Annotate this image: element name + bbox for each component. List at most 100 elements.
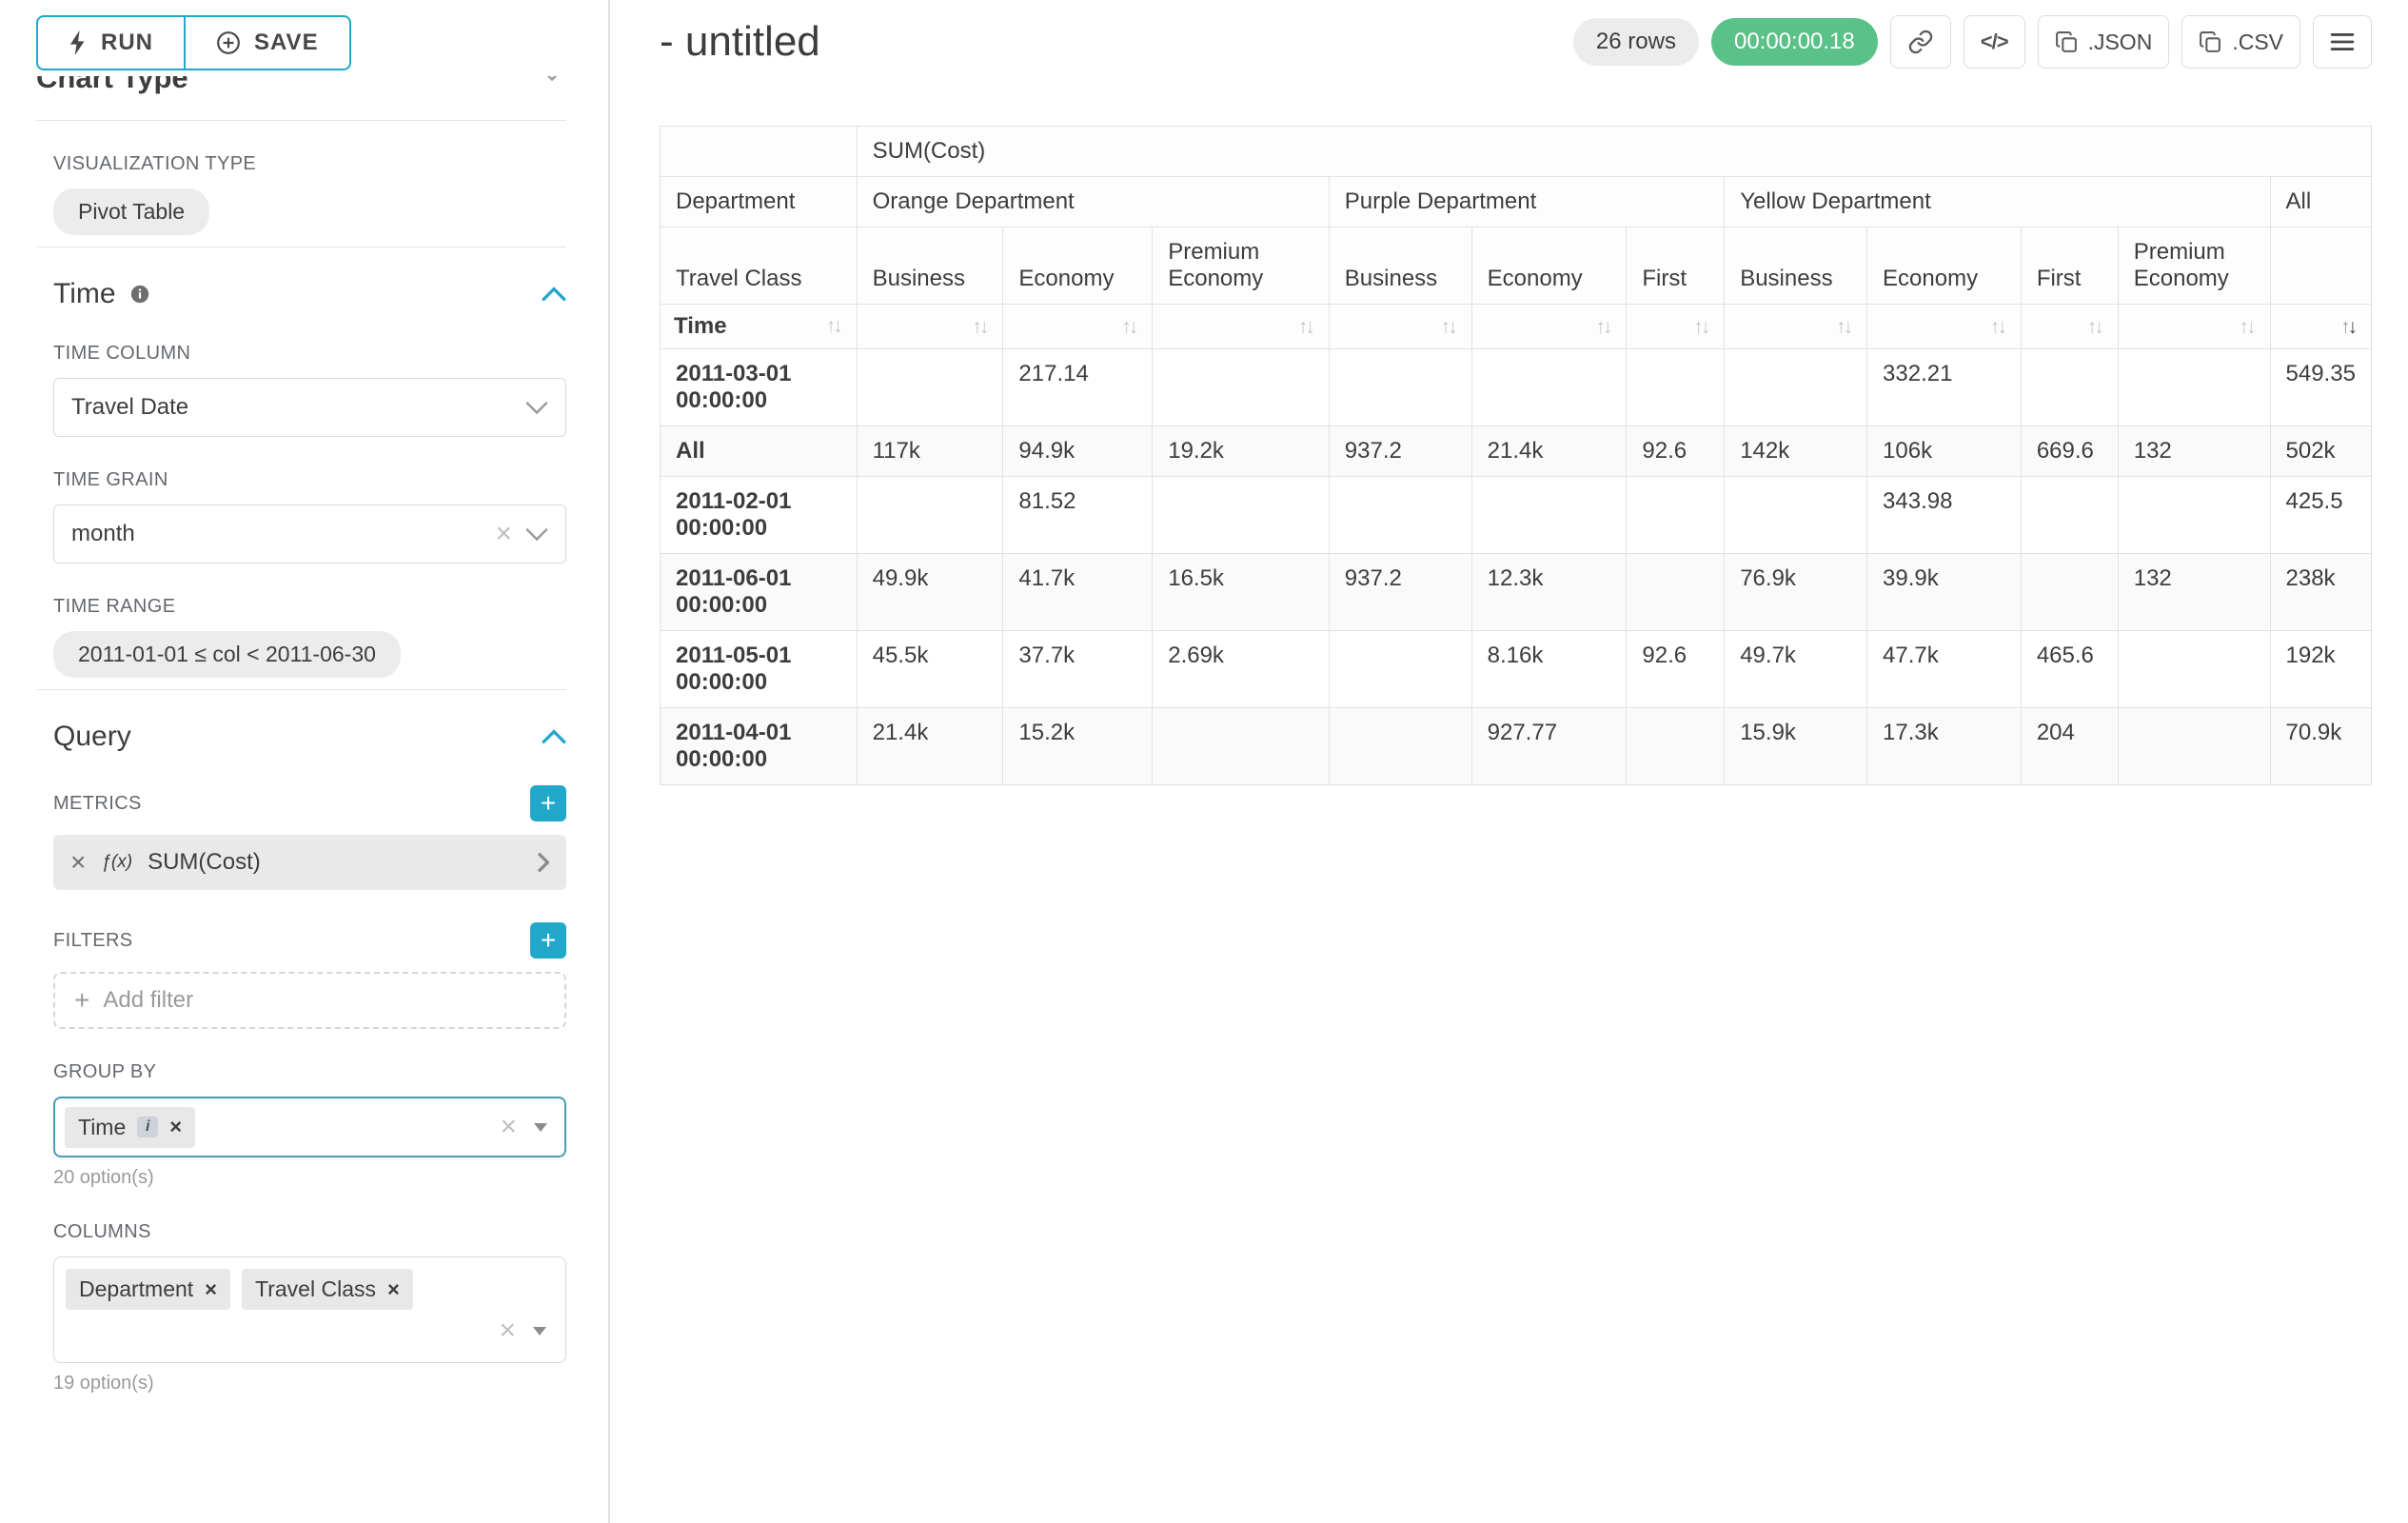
sort-toggle-icon[interactable]: ↑↓: [972, 316, 989, 339]
remove-tag-icon[interactable]: ×: [387, 1279, 400, 1300]
department-group-cell: Purple Department: [1329, 177, 1724, 227]
clear-icon[interactable]: ×: [499, 1316, 516, 1345]
metric-header-cell: SUM(Cost): [857, 127, 2371, 177]
pivot-value-cell: 106k: [1867, 426, 2022, 477]
save-button[interactable]: SAVE: [184, 15, 351, 70]
column-sort-cell[interactable]: ↑↓: [1725, 305, 1867, 349]
pivot-row-label: 2011-02-01 00:00:00: [661, 477, 858, 554]
column-sort-cell[interactable]: ↑↓: [2118, 305, 2270, 349]
pivot-value-cell: [1471, 477, 1627, 554]
pivot-row-label: 2011-05-01 00:00:00: [661, 631, 858, 708]
travel-class-cell: First: [1627, 227, 1725, 305]
sort-toggle-icon[interactable]: ↑↓: [1441, 316, 1458, 339]
column-sort-cell[interactable]: ↑↓: [857, 305, 1003, 349]
pivot-value-cell: 17.3k: [1867, 708, 2022, 785]
pivot-value-cell: 192k: [2270, 631, 2371, 708]
visualization-type-value[interactable]: Pivot Table: [53, 188, 209, 235]
export-csv-button[interactable]: .CSV: [2181, 15, 2300, 69]
pivot-value-cell: [1329, 708, 1471, 785]
caret-down-icon[interactable]: [532, 1121, 549, 1133]
add-metric-button[interactable]: +: [530, 785, 566, 821]
sort-toggle-icon[interactable]: ↑↓: [1595, 316, 1612, 339]
sort-toggle-icon[interactable]: ↑↓: [1693, 316, 1710, 339]
sort-toggle-icon[interactable]: ↑↓: [826, 315, 843, 338]
column-sort-cell[interactable]: ↑↓: [1867, 305, 2022, 349]
metric-label: SUM(Cost): [148, 849, 261, 876]
chevron-down-icon: [525, 527, 548, 542]
time-grain-value: month: [71, 521, 482, 547]
pivot-value-cell: [1471, 349, 1627, 426]
remove-tag-icon[interactable]: ×: [205, 1279, 217, 1300]
pivot-value-cell: 92.6: [1627, 631, 1725, 708]
clear-icon[interactable]: ×: [495, 520, 512, 548]
pivot-corner-cell: [661, 127, 858, 177]
group-by-tag[interactable]: Time i ×: [65, 1107, 195, 1148]
export-csv-label: .CSV: [2232, 30, 2283, 55]
bolt-icon: [69, 30, 88, 55]
row-dimension-sort-cell[interactable]: Time ↑↓: [661, 305, 858, 349]
chart-title[interactable]: - untitled: [660, 18, 820, 66]
sort-toggle-icon[interactable]: ↑↓: [1836, 316, 1853, 339]
pivot-value-cell: 15.9k: [1725, 708, 1867, 785]
run-button[interactable]: RUN: [36, 15, 186, 70]
column-sort-cell[interactable]: ↑↓: [1329, 305, 1471, 349]
add-filter-button[interactable]: + Add filter: [53, 972, 566, 1029]
column-sort-cell[interactable]: ↑↓: [1627, 305, 1725, 349]
pivot-value-cell: [2118, 631, 2270, 708]
divider: [36, 120, 566, 121]
sort-toggle-icon[interactable]: ↑↓: [1121, 316, 1138, 339]
column-sort-cell[interactable]: ↑↓: [1003, 305, 1153, 349]
divider: [36, 689, 566, 690]
add-filter-plus-button[interactable]: +: [530, 922, 566, 959]
time-grain-select[interactable]: month ×: [53, 504, 566, 564]
copy-icon: [2055, 30, 2079, 54]
clear-icon[interactable]: ×: [500, 1113, 517, 1141]
caret-down-icon[interactable]: [531, 1325, 548, 1336]
sort-desc-active-icon[interactable]: ↑↓: [2340, 316, 2358, 339]
sort-toggle-icon[interactable]: ↑↓: [1298, 316, 1315, 339]
travel-class-cell: Economy: [1003, 227, 1153, 305]
pivot-value-cell: 927.77: [1471, 708, 1627, 785]
columns-select[interactable]: Department × Travel Class × ×: [53, 1256, 566, 1363]
metric-pill[interactable]: × ƒ(x) SUM(Cost): [53, 835, 566, 890]
pivot-row-label: 2011-04-01 00:00:00: [661, 708, 858, 785]
time-range-value[interactable]: 2011-01-01 ≤ col < 2011-06-30: [53, 631, 401, 678]
remove-tag-icon[interactable]: ×: [169, 1117, 182, 1137]
chart-type-section-header[interactable]: Chart Type: [36, 76, 566, 109]
column-sort-cell[interactable]: ↑↓: [1471, 305, 1627, 349]
info-icon: i: [137, 1117, 158, 1137]
query-timer-badge: 00:00:00.18: [1711, 18, 1878, 66]
row-dimension-label: Time: [674, 313, 727, 340]
department-dimension-cell: Department: [661, 177, 858, 227]
export-json-button[interactable]: .JSON: [2038, 15, 2170, 69]
column-sort-cell[interactable]: ↑↓: [1153, 305, 1330, 349]
tag-label: Department: [79, 1276, 193, 1302]
columns-tag[interactable]: Department ×: [66, 1269, 230, 1310]
share-link-button[interactable]: [1890, 15, 1951, 69]
sort-toggle-icon[interactable]: ↑↓: [2087, 316, 2104, 339]
pivot-value-cell: 70.9k: [2270, 708, 2371, 785]
pivot-value-cell: [1627, 477, 1725, 554]
query-section-title: Query: [53, 721, 131, 753]
sort-toggle-icon[interactable]: ↑↓: [1990, 316, 2007, 339]
pivot-value-cell: [857, 349, 1003, 426]
time-column-select[interactable]: Travel Date: [53, 378, 566, 437]
columns-tag[interactable]: Travel Class ×: [242, 1269, 413, 1310]
menu-button[interactable]: [2313, 15, 2372, 69]
hamburger-icon: [2330, 31, 2355, 52]
pivot-value-cell: 8.16k: [1471, 631, 1627, 708]
pivot-value-cell: [2118, 349, 2270, 426]
pivot-value-cell: 19.2k: [1153, 426, 1330, 477]
export-json-label: .JSON: [2088, 30, 2153, 55]
group-by-label: GROUP BY: [53, 1061, 566, 1083]
column-sort-cell[interactable]: ↑↓: [2270, 305, 2371, 349]
remove-metric-icon[interactable]: ×: [70, 849, 86, 876]
pivot-value-cell: 502k: [2270, 426, 2371, 477]
sort-toggle-icon[interactable]: ↑↓: [2240, 316, 2257, 339]
collapse-section-icon[interactable]: [542, 287, 566, 302]
group-by-select[interactable]: Time i × ×: [53, 1097, 566, 1157]
column-sort-cell[interactable]: ↑↓: [2021, 305, 2118, 349]
pivot-value-cell: 49.7k: [1725, 631, 1867, 708]
collapse-section-icon[interactable]: [542, 729, 566, 744]
view-query-button[interactable]: </>: [1964, 15, 2025, 69]
